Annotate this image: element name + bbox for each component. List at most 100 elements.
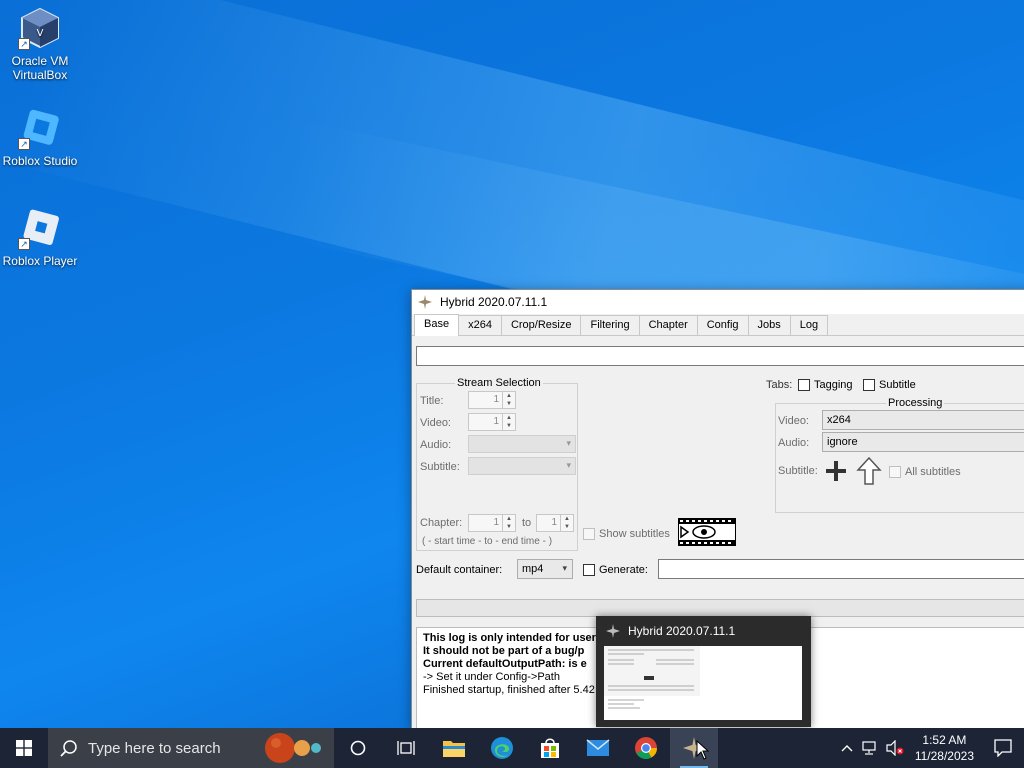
chevron-up-icon xyxy=(841,745,853,752)
task-view-button[interactable] xyxy=(382,728,430,768)
tab-log[interactable]: Log xyxy=(789,315,829,335)
show-subtitles-label: Show subtitles xyxy=(599,528,670,540)
network-icon xyxy=(862,741,876,755)
chapter-label: Chapter: xyxy=(420,517,463,529)
file-explorer-button[interactable] xyxy=(430,728,478,768)
video-encoder-dropdown[interactable]: x264 xyxy=(822,410,1024,430)
processing-title: Processing xyxy=(886,397,945,409)
tagging-checkbox[interactable] xyxy=(798,379,810,391)
processing-video-label: Video: xyxy=(778,415,809,427)
hybrid-taskbar-button[interactable] xyxy=(670,728,718,768)
edge-icon xyxy=(491,737,513,759)
window-title: Hybrid 2020.07.11.1 xyxy=(440,295,548,309)
spin-arrows-icon[interactable]: ▲ ▼ xyxy=(560,515,573,531)
desktop-icon-roblox-studio[interactable]: ↗ Roblox Studio xyxy=(0,106,80,168)
spin-arrows-icon[interactable]: ▲ ▼ xyxy=(502,414,515,430)
arrow-up-icon[interactable] xyxy=(856,456,882,486)
chevron-down-icon: ▾ xyxy=(566,438,571,448)
mail-button[interactable] xyxy=(574,728,622,768)
taskbar-thumbnail-preview[interactable]: Hybrid 2020.07.11.1 xyxy=(596,616,811,727)
show-subtitles-checkbox[interactable] xyxy=(583,528,595,540)
start-button[interactable] xyxy=(0,728,48,768)
tab-config[interactable]: Config xyxy=(696,315,749,335)
show-hidden-icons-button[interactable] xyxy=(835,728,859,768)
output-name-field[interactable] xyxy=(658,559,1024,579)
shortcut-arrow-icon: ↗ xyxy=(18,238,30,250)
generate-checkbox[interactable] xyxy=(583,564,595,576)
desktop-icon-virtualbox[interactable]: V ↗ Oracle VM VirtualBox xyxy=(0,6,80,82)
thumbnail-image xyxy=(604,646,802,720)
tagging-label: Tagging xyxy=(814,379,853,391)
cortana-circle-icon xyxy=(350,740,366,756)
chevron-down-icon: ▾ xyxy=(562,563,567,573)
desktop-icon-label: Oracle VM VirtualBox xyxy=(11,54,69,82)
subtitle-tab-label: Subtitle xyxy=(879,379,916,391)
all-subtitles-checkbox[interactable] xyxy=(889,466,901,478)
svg-text:V: V xyxy=(37,28,44,39)
network-button[interactable] xyxy=(859,728,883,768)
volume-button[interactable] xyxy=(883,728,907,768)
hybrid-app-icon xyxy=(606,624,620,638)
search-icon xyxy=(60,740,77,757)
window-titlebar[interactable]: Hybrid 2020.07.11.1 xyxy=(412,290,1024,314)
search-highlight-planets-icon xyxy=(262,732,326,764)
container-dropdown[interactable]: mp4 ▾ xyxy=(517,559,573,579)
video-label: Video: xyxy=(420,417,451,429)
edge-button[interactable] xyxy=(478,728,526,768)
mouse-cursor-icon xyxy=(696,740,710,760)
taskbar: Type here to search 1:52 AM 11/28/2023 xyxy=(0,728,1024,768)
store-icon xyxy=(541,738,559,758)
shortcut-arrow-icon: ↗ xyxy=(18,138,30,150)
title-spinbox[interactable]: 1 ▲ ▼ xyxy=(468,391,516,409)
roblox-studio-icon: ↗ xyxy=(18,106,62,150)
taskbar-clock[interactable]: 1:52 AM 11/28/2023 xyxy=(907,732,982,764)
subtitle-label: Subtitle: xyxy=(420,461,460,473)
tab-x264[interactable]: x264 xyxy=(458,315,502,335)
tab-base[interactable]: Base xyxy=(414,314,460,336)
desktop-icon-label: Roblox Studio xyxy=(2,154,78,168)
tab-filtering[interactable]: Filtering xyxy=(580,315,640,335)
tabs-label: Tabs: xyxy=(766,379,793,391)
task-view-icon xyxy=(397,741,415,755)
to-label: to xyxy=(522,517,532,529)
chapter-from-spinbox[interactable]: 1 ▲ ▼ xyxy=(468,514,516,532)
tab-bar: Base x264 Crop/Resize Filtering Chapter … xyxy=(412,314,1024,336)
chrome-icon xyxy=(635,737,657,759)
notification-icon xyxy=(994,739,1012,757)
hybrid-app-icon xyxy=(418,295,432,309)
chapter-to-spinbox[interactable]: 1 ▲ ▼ xyxy=(536,514,574,532)
video-spinbox[interactable]: 1 ▲ ▼ xyxy=(468,413,516,431)
audio-handling-dropdown[interactable]: ignore xyxy=(822,432,1024,452)
subtitle-tab-checkbox[interactable] xyxy=(863,379,875,391)
preview-eye-icon[interactable] xyxy=(678,518,736,546)
desktop-icon-roblox-player[interactable]: ↗ Roblox Player xyxy=(0,206,80,268)
spin-arrows-icon[interactable]: ▲ ▼ xyxy=(502,515,515,531)
processing-audio-label: Audio: xyxy=(778,437,810,449)
processing-subtitle-label: Subtitle: xyxy=(778,465,818,477)
shortcut-arrow-icon: ↗ xyxy=(18,38,30,50)
input-path-field[interactable] xyxy=(416,346,1024,366)
folder-icon xyxy=(443,741,465,757)
stream-selection-title: Stream Selection xyxy=(455,377,543,389)
chevron-down-icon: ▾ xyxy=(566,460,571,470)
action-center-button[interactable] xyxy=(982,728,1024,768)
virtualbox-icon: V ↗ xyxy=(18,6,62,50)
mail-icon xyxy=(586,739,610,756)
chrome-button[interactable] xyxy=(622,728,670,768)
tab-chapter[interactable]: Chapter xyxy=(638,315,698,335)
microsoft-store-button[interactable] xyxy=(526,728,574,768)
thumbnail-title: Hybrid 2020.07.11.1 xyxy=(628,624,736,638)
audio-label: Audio: xyxy=(420,439,452,451)
taskbar-search-box[interactable]: Type here to search xyxy=(48,728,334,768)
roblox-player-icon: ↗ xyxy=(18,206,62,250)
tab-jobs[interactable]: Jobs xyxy=(747,315,791,335)
system-tray: 1:52 AM 11/28/2023 xyxy=(835,728,1024,768)
add-icon[interactable] xyxy=(824,459,848,483)
spin-arrows-icon[interactable]: ▲ ▼ xyxy=(502,392,515,408)
audio-dropdown[interactable]: ▾ xyxy=(468,435,576,453)
search-placeholder: Type here to search xyxy=(88,739,221,757)
tab-crop-resize[interactable]: Crop/Resize xyxy=(500,315,582,335)
cortana-button[interactable] xyxy=(334,728,382,768)
subtitle-dropdown[interactable]: ▾ xyxy=(468,457,576,475)
default-container-label: Default container: xyxy=(416,564,503,576)
